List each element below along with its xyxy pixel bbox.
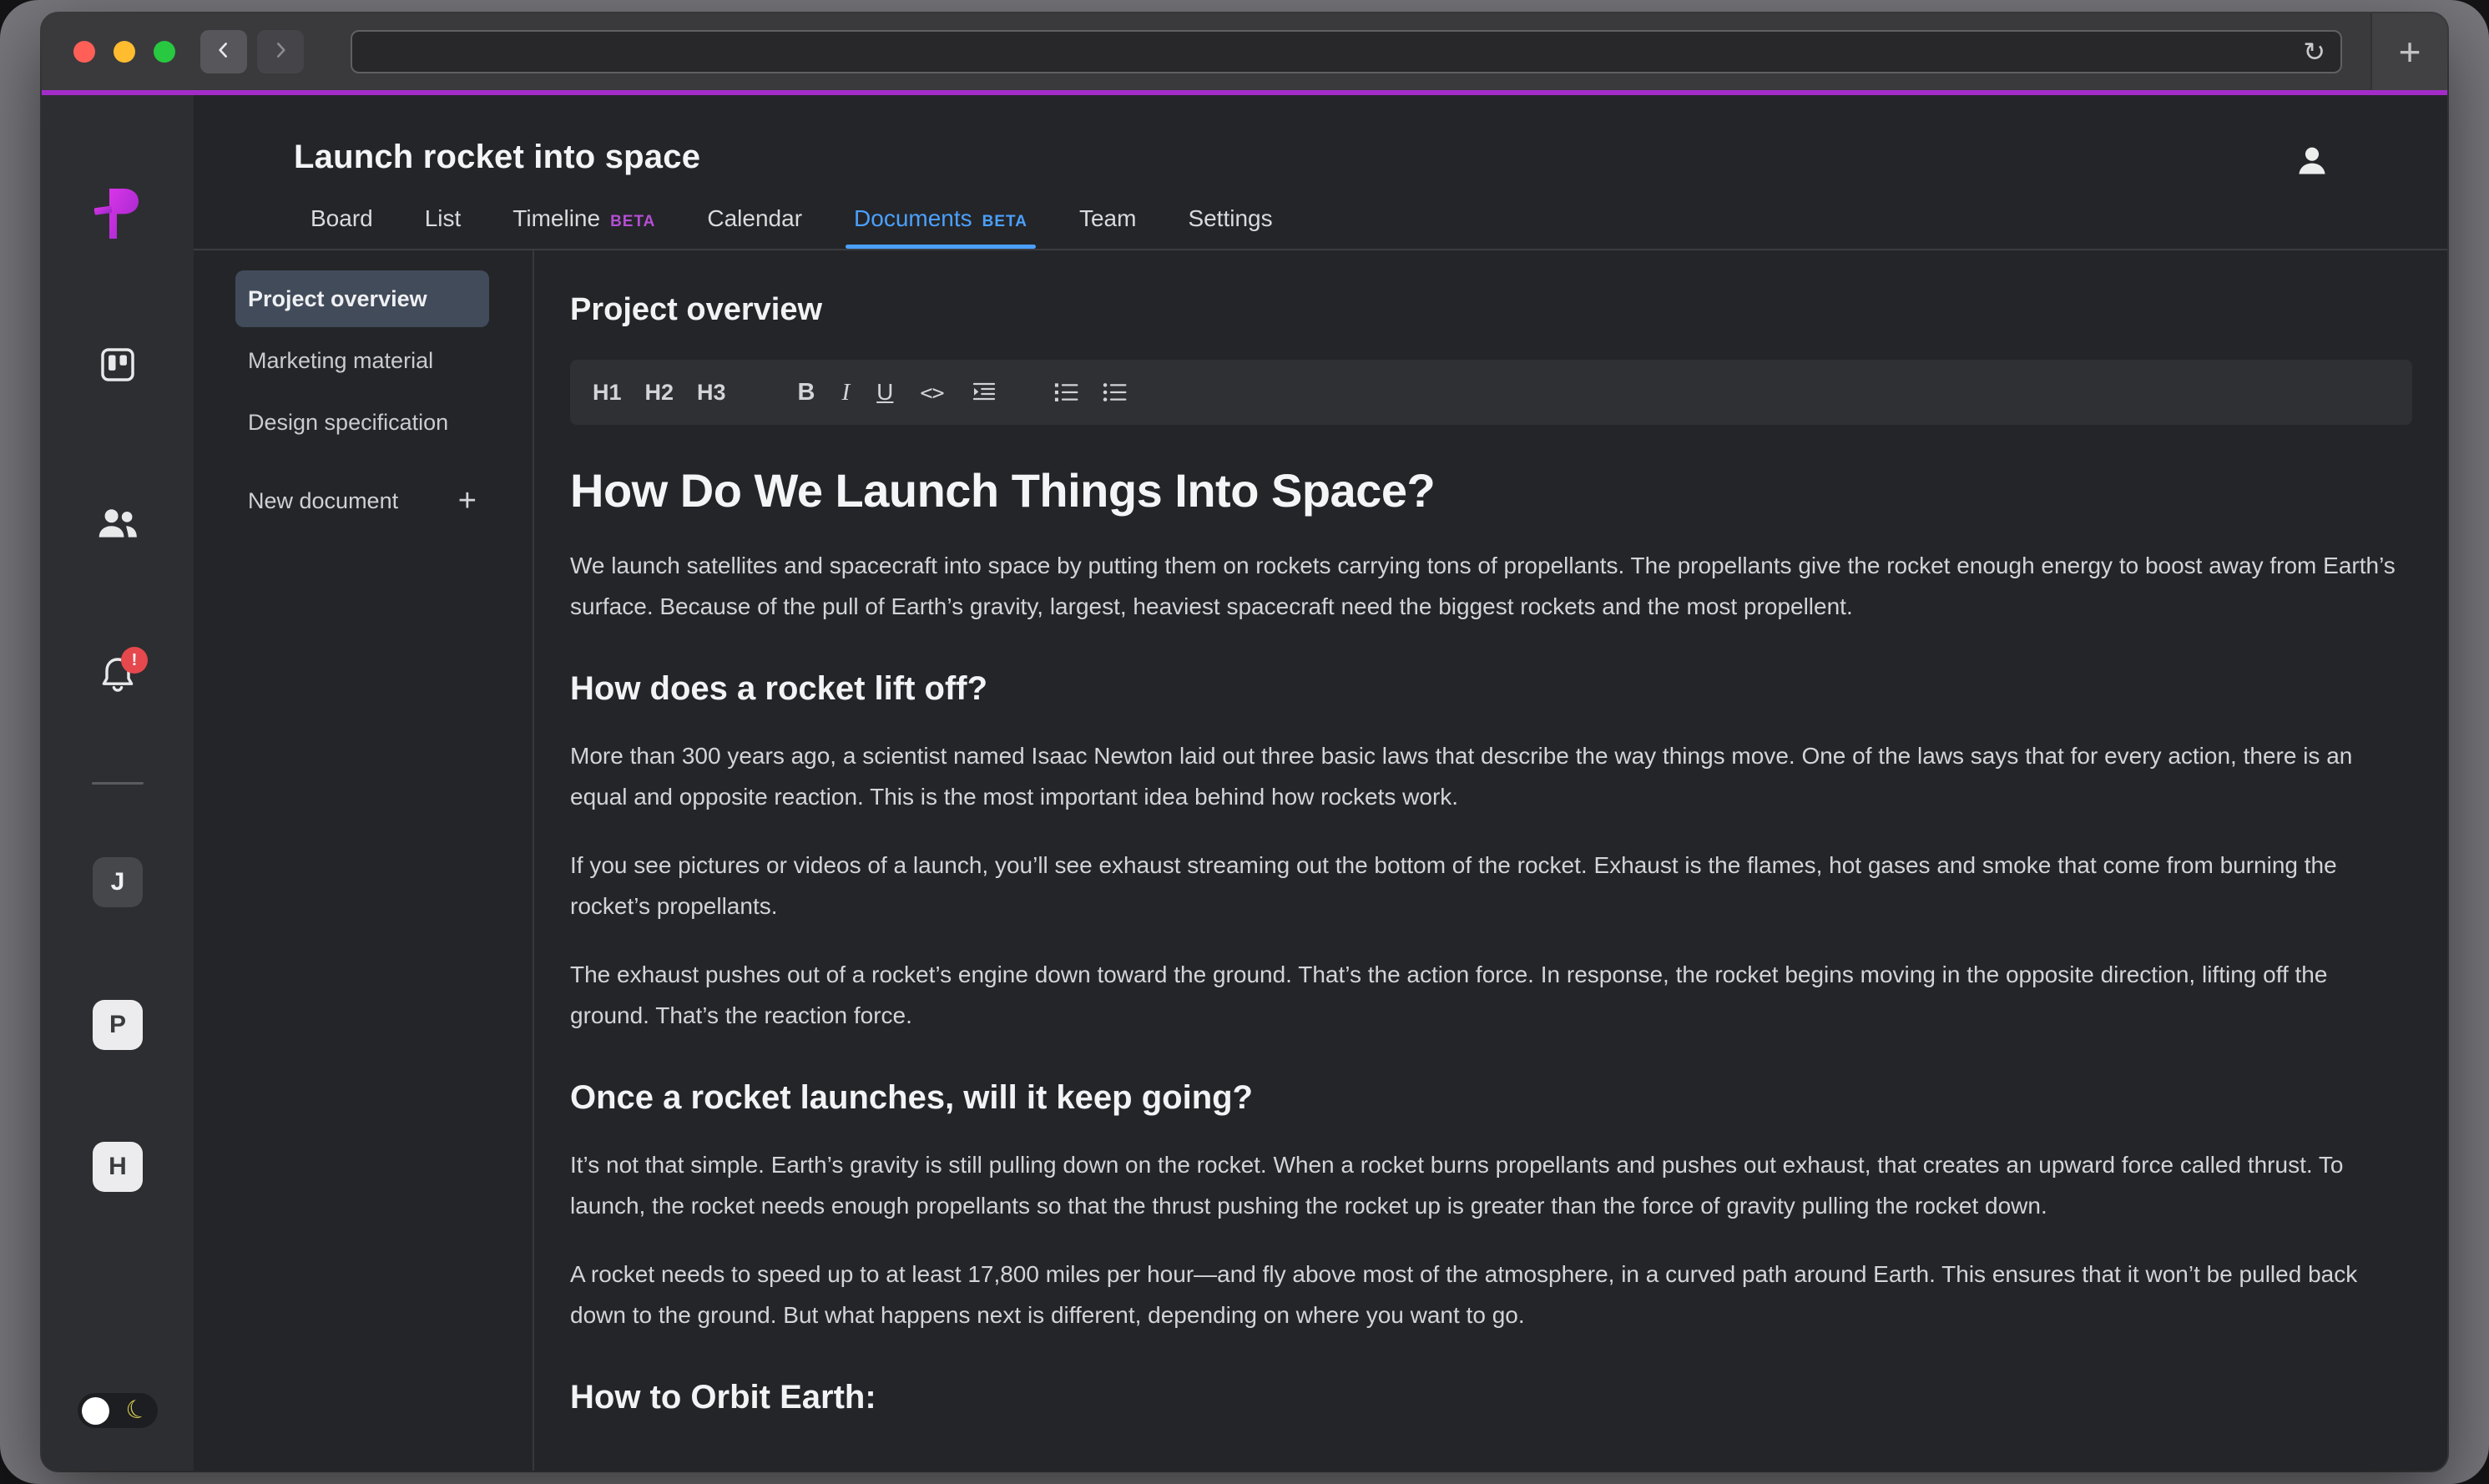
- doc-paragraph: We launch satellites and spacecraft into…: [570, 545, 2412, 627]
- indent-icon: [971, 381, 997, 404]
- boards-icon[interactable]: [98, 346, 137, 388]
- timeline-beta-badge: BETA: [610, 213, 655, 230]
- bullet-list-button[interactable]: [1101, 381, 1128, 404]
- theme-toggle[interactable]: ☾: [78, 1393, 158, 1428]
- documents-beta-badge: BETA: [982, 213, 1027, 230]
- editor-toolbar: H1 H2 H3 B I U <>: [570, 360, 2412, 425]
- bold-button[interactable]: B: [798, 379, 815, 406]
- notifications-bell[interactable]: !: [98, 654, 138, 695]
- tab-list[interactable]: List: [425, 205, 462, 247]
- moon-icon: ☾: [123, 1395, 153, 1426]
- rail-divider: [92, 782, 144, 785]
- doc-h1: How Do We Launch Things Into Space?: [570, 463, 2412, 517]
- document-title: Project overview: [570, 292, 2412, 328]
- doc-paragraph: It’s not that simple. Earth’s gravity is…: [570, 1144, 2412, 1226]
- notification-badge: !: [121, 647, 148, 674]
- avatar-j[interactable]: J: [93, 857, 143, 907]
- underline-button[interactable]: U: [876, 379, 893, 406]
- main-panel: Launch rocket into space Board List Time…: [194, 95, 2447, 1471]
- browser-nav-buttons: [200, 30, 304, 73]
- doc-paragraph: More than 300 years ago, a scientist nam…: [570, 735, 2412, 817]
- plus-icon: +: [2399, 29, 2421, 74]
- new-document-button[interactable]: New document +: [235, 476, 489, 526]
- code-button[interactable]: <>: [920, 381, 943, 405]
- project-tabs: Board List TimelineBETA Calendar Documen…: [310, 205, 1273, 247]
- minimize-window-button[interactable]: [114, 41, 135, 63]
- bullet-list-icon: [1101, 381, 1128, 404]
- add-document-icon: +: [458, 485, 477, 517]
- traffic-lights: [73, 41, 175, 63]
- h3-button[interactable]: H3: [697, 380, 726, 406]
- left-icon-rail: ! J P H ☾: [42, 95, 194, 1471]
- documents-workspace: Project overview Marketing material Desi…: [194, 250, 2447, 1471]
- tab-team[interactable]: Team: [1079, 205, 1136, 247]
- browser-window: ↻ +: [42, 13, 2447, 1471]
- app-logo-icon[interactable]: [91, 184, 144, 248]
- toggle-knob-icon: [82, 1397, 109, 1425]
- zoom-window-button[interactable]: [154, 41, 175, 63]
- tab-settings[interactable]: Settings: [1188, 205, 1272, 247]
- browser-chrome: ↻ +: [42, 13, 2447, 90]
- indent-button[interactable]: [971, 381, 997, 404]
- h2-button[interactable]: H2: [645, 380, 674, 406]
- document-editor[interactable]: How Do We Launch Things Into Space? We l…: [570, 463, 2412, 1416]
- forward-chevron-icon: [270, 39, 291, 65]
- document-content: Project overview H1 H2 H3 B I U: [534, 250, 2447, 1471]
- doc-paragraph: If you see pictures or videos of a launc…: [570, 845, 2412, 926]
- close-window-button[interactable]: [73, 41, 95, 63]
- doc-item-design-specification[interactable]: Design specification: [235, 394, 489, 451]
- users-icon[interactable]: [96, 505, 139, 544]
- forward-button[interactable]: [257, 30, 304, 73]
- h1-button[interactable]: H1: [593, 380, 622, 406]
- doc-h2: How to Orbit Earth:: [570, 1379, 2412, 1416]
- tab-board[interactable]: Board: [310, 205, 373, 247]
- avatar-h[interactable]: H: [93, 1142, 143, 1192]
- project-title: Launch rocket into space: [294, 139, 700, 176]
- doc-h2: Once a rocket launches, will it keep goi…: [570, 1079, 2412, 1117]
- italic-button[interactable]: I: [842, 379, 851, 406]
- tab-timeline[interactable]: TimelineBETA: [512, 205, 655, 247]
- ordered-list-icon: [1053, 381, 1079, 404]
- back-button[interactable]: [200, 30, 247, 73]
- desktop-background: ↻ +: [0, 0, 2489, 1484]
- tab-documents[interactable]: DocumentsBETA: [854, 205, 1027, 247]
- doc-item-marketing-material[interactable]: Marketing material: [235, 332, 489, 389]
- doc-paragraph: A rocket needs to speed up to at least 1…: [570, 1254, 2412, 1335]
- doc-h2: How does a rocket lift off?: [570, 670, 2412, 708]
- ordered-list-button[interactable]: [1053, 381, 1079, 404]
- tab-calendar[interactable]: Calendar: [707, 205, 802, 247]
- new-document-label: New document: [248, 488, 398, 514]
- new-tab-button[interactable]: +: [2370, 13, 2447, 90]
- doc-paragraph: The exhaust pushes out of a rocket’s eng…: [570, 954, 2412, 1036]
- doc-item-project-overview[interactable]: Project overview: [235, 270, 489, 327]
- documents-sidebar: Project overview Marketing material Desi…: [194, 250, 534, 1471]
- address-bar[interactable]: ↻: [351, 30, 2342, 73]
- app-shell: ! J P H ☾ Launch rocket into space: [42, 95, 2447, 1471]
- back-chevron-icon: [213, 39, 235, 65]
- reload-icon[interactable]: ↻: [2303, 38, 2325, 65]
- user-profile-icon[interactable]: [2294, 142, 2330, 183]
- avatar-p[interactable]: P: [93, 1000, 143, 1050]
